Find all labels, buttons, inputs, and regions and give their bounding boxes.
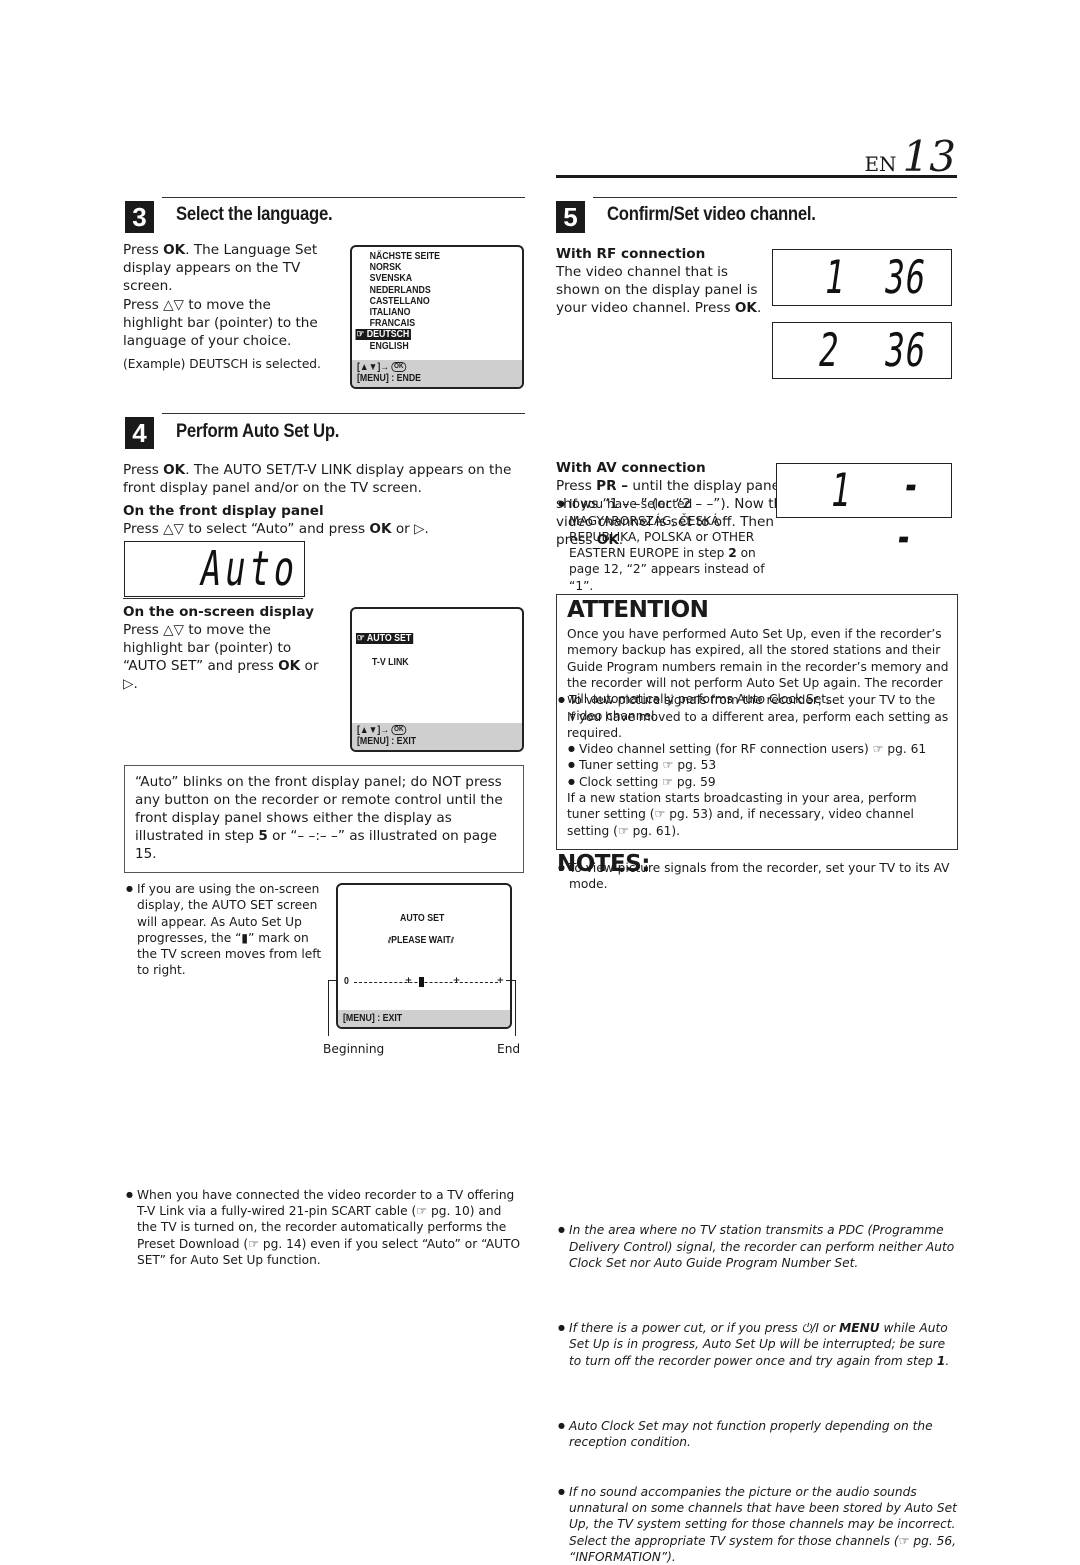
pointer-hand-icon: ☞ <box>356 329 365 341</box>
progress-label-end: End <box>497 1042 521 1056</box>
note-item: If no sound accompanies the picture or t… <box>558 1484 959 1565</box>
progress-dashes <box>354 982 498 983</box>
step4-rule <box>162 413 525 414</box>
rf-heading: With RF connection <box>556 246 706 262</box>
language-option[interactable]: NEDERLANDS <box>352 285 502 296</box>
lcd-channel: 36 <box>881 323 931 377</box>
tick-mark: + <box>496 976 504 986</box>
ok-icon: OK <box>391 724 407 735</box>
language-osd-screen: NÄCHSTE SEITE NORSK SVENSKA NEDERLANDS C… <box>350 245 524 389</box>
progress-osd-status: ⫽PLEASE WAIT⫽ <box>388 935 454 946</box>
rf-lcd-panel-1: 1 36 <box>772 249 952 306</box>
progress-label-beginning: Beginning <box>323 1042 385 1056</box>
av-lcd-panel: 1 - - <box>776 463 952 561</box>
onscreen-heading: On the on-screen display <box>123 604 314 620</box>
step3-example: (Example) DEUTSCH is selected. <box>123 357 321 371</box>
front-panel-divider <box>123 598 303 599</box>
step4-number: 4 <box>125 417 154 449</box>
progress-marker <box>418 977 424 987</box>
warning-text: “Auto” blinks on the front display panel… <box>135 774 503 862</box>
lcd-position: 2 <box>815 323 843 377</box>
auto-lcd-panel: Auto <box>124 541 305 597</box>
header-rule <box>556 175 957 178</box>
language-option[interactable]: NÄCHSTE SEITE <box>352 251 502 262</box>
step3-paragraph1: Press OK. The Language Set display appea… <box>123 242 318 294</box>
osd-footer: [MENU] : EXIT <box>338 1009 510 1027</box>
step5-rule <box>593 197 957 198</box>
warning-box: “Auto” blinks on the front display panel… <box>124 765 524 873</box>
step3-rule <box>162 197 525 198</box>
language-option[interactable]: FRANCAIS <box>352 318 502 329</box>
step4-title: Perform Auto Set Up. <box>176 421 340 442</box>
lcd-text: Auto <box>197 541 303 597</box>
osd-footer: [▲▼]→ OK [MENU] : EXIT <box>352 722 522 750</box>
lcd-position: 1 <box>821 250 849 304</box>
progress-osd-screen: AUTO SET ⫽PLEASE WAIT⫽ 0 + + + [MENU] : … <box>336 883 512 1029</box>
leader-line-end-vertical <box>515 980 516 1036</box>
step3-number: 3 <box>125 201 154 233</box>
menu-exit-hint: [MENU] : EXIT <box>343 1012 403 1024</box>
tick-mark: + <box>404 976 413 986</box>
language-option[interactable]: SVENSKA <box>352 273 502 284</box>
front-panel-instruction: Press △▽ to select “Auto” and press OK o… <box>123 521 429 537</box>
language-option[interactable]: NORSK <box>352 262 502 273</box>
leader-line-begin <box>328 980 338 981</box>
attention-paragraph1: Once you have performed Auto Set Up, eve… <box>567 627 949 707</box>
front-panel-heading: On the front display panel <box>123 503 324 519</box>
attention-box: ATTENTION Once you have performed Auto S… <box>556 594 958 850</box>
step3-title: Select the language. <box>176 204 333 225</box>
note-item: In the area where no TV station transmit… <box>558 1222 959 1271</box>
notes-title: NOTES: <box>557 851 650 877</box>
language-option[interactable]: CASTELLANO <box>352 296 502 307</box>
language-option-selected[interactable]: ☞ DEUTSCH <box>352 329 502 341</box>
rf-lcd-panel-2: 2 36 <box>772 322 952 379</box>
progress-scale-start: 0 <box>344 976 349 987</box>
language-option[interactable]: ENGLISH <box>352 341 502 352</box>
tv-link-note: When you have connected the video record… <box>126 1187 525 1268</box>
ok-icon: OK <box>391 361 407 372</box>
leader-line-begin-vertical <box>328 980 329 1036</box>
attention-title: ATTENTION <box>567 597 709 623</box>
menu-exit-hint: [MENU] : ENDE <box>357 372 422 384</box>
page-number: EN 13 <box>864 132 956 181</box>
attention-bullet: Tuner setting ☞ pg. 53 <box>568 757 949 774</box>
rf-instruction: The video channel that is shown on the d… <box>556 264 762 316</box>
lcd-channel: 36 <box>881 250 931 304</box>
lcd-channel-off: - - <box>892 463 923 561</box>
av-heading: With AV connection <box>556 460 706 476</box>
nav-hint: [▲▼]→ <box>357 361 390 373</box>
attention-paragraph3: If a new station starts broadcasting in … <box>567 791 917 838</box>
language-list: NÄCHSTE SEITE NORSK SVENSKA NEDERLANDS C… <box>352 251 522 352</box>
onscreen-instruction: Press △▽ to move the highlight bar (poin… <box>123 622 319 692</box>
note-item: If there is a power cut, or if you press… <box>558 1320 959 1369</box>
step5-number: 5 <box>556 201 585 233</box>
step4-paragraph: Press OK. The AUTO SET/T-V LINK display … <box>123 462 512 496</box>
tvlink-option[interactable]: T-V LINK <box>372 657 409 668</box>
attention-bullet: Video channel setting (for RF connection… <box>568 741 949 758</box>
note-item: Auto Clock Set may not function properly… <box>558 1418 959 1451</box>
step5-title: Confirm/Set video channel. <box>607 204 816 225</box>
progress-track: 0 + + + <box>344 976 504 987</box>
osd-footer: [▲▼]→ OK [MENU] : ENDE <box>352 359 522 387</box>
menu-exit-hint: [MENU] : EXIT <box>357 735 417 747</box>
av-instruction: Press PR – until the display panel shows… <box>556 478 791 548</box>
pointer-hand-icon: ☞ <box>356 633 365 644</box>
autoset-osd-screen: ☞ AUTO SET T-V LINK [▲▼]→ OK [MENU] : EX… <box>350 607 524 752</box>
language-option[interactable]: ITALIANO <box>352 307 502 318</box>
tick-mark: + <box>452 976 461 986</box>
progress-osd-title: AUTO SET <box>400 913 445 924</box>
attention-bullet: Clock setting ☞ pg. 59 <box>568 774 949 791</box>
onscreen-progress-note: If you are using the on-screen display, … <box>126 881 322 979</box>
language-code: EN <box>864 152 897 176</box>
blink-icon: ⫽ <box>450 936 454 945</box>
autoset-option-selected[interactable]: ☞ AUTO SET <box>356 633 414 644</box>
nav-hint: [▲▼]→ <box>357 724 390 736</box>
attention-paragraph2: If you have moved to a different area, p… <box>567 710 949 741</box>
page-number-value: 13 <box>902 132 956 181</box>
lcd-position: 1 <box>827 463 855 517</box>
step3-paragraph2: Press △▽ to move the highlight bar (poin… <box>123 297 318 349</box>
